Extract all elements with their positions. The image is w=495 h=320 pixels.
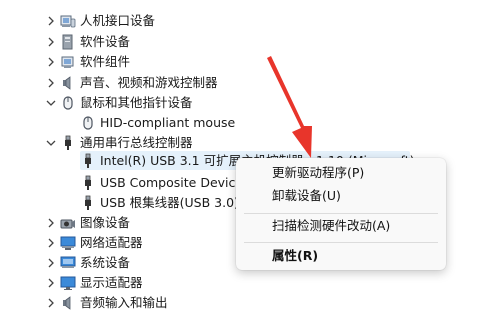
menu-item-scan-hardware[interactable]: 扫描检测硬件改动(A) bbox=[272, 216, 390, 236]
tree-category-hid[interactable]: 人机接口设备 bbox=[44, 11, 155, 31]
tree-item-label: USB 根集线器(USB 3.0) bbox=[100, 195, 239, 210]
chevron-down-icon[interactable] bbox=[44, 93, 58, 113]
tree-item-label: 软件组件 bbox=[80, 54, 131, 69]
audio-io-icon bbox=[60, 295, 76, 311]
tree-item-label: 鼠标和其他指针设备 bbox=[80, 95, 193, 110]
menu-separator bbox=[244, 242, 438, 243]
chevron-right-icon[interactable] bbox=[44, 293, 58, 313]
tree-device-usb-composite[interactable]: USB Composite Device bbox=[80, 173, 243, 193]
usb-icon bbox=[80, 153, 96, 169]
chevron-right-icon[interactable] bbox=[44, 32, 58, 52]
usb-icon bbox=[60, 135, 76, 151]
tree-category-software-component[interactable]: 软件组件 bbox=[44, 52, 130, 72]
tree-category-network[interactable]: 网络适配器 bbox=[44, 233, 143, 253]
usb-icon bbox=[80, 195, 96, 211]
mouse-icon bbox=[80, 115, 96, 131]
hid-icon bbox=[60, 13, 76, 29]
software-component-icon bbox=[60, 54, 76, 70]
tree-item-label: 图像设备 bbox=[80, 215, 131, 230]
chevron-right-icon[interactable] bbox=[44, 213, 58, 233]
chevron-right-icon[interactable] bbox=[44, 273, 58, 293]
chevron-right-icon[interactable] bbox=[44, 11, 58, 31]
tree-item-label: 音频输入和输出 bbox=[80, 295, 168, 310]
menu-separator bbox=[244, 213, 438, 214]
tree-device-usb-root-hub[interactable]: USB 根集线器(USB 3.0) bbox=[80, 193, 239, 213]
speaker-icon bbox=[60, 75, 76, 91]
tree-item-label: 网络适配器 bbox=[80, 235, 143, 250]
chevron-right-icon[interactable] bbox=[44, 52, 58, 72]
tree-category-display[interactable]: 显示适配器 bbox=[44, 273, 143, 293]
tree-category-imaging[interactable]: 图像设备 bbox=[44, 213, 130, 233]
tree-category-mouse[interactable]: 鼠标和其他指针设备 bbox=[44, 93, 193, 113]
menu-item-properties[interactable]: 属性(R) bbox=[272, 246, 318, 266]
mouse-icon bbox=[60, 95, 76, 111]
tree-category-usb-controllers[interactable]: 通用串行总线控制器 bbox=[44, 133, 193, 153]
network-icon bbox=[60, 235, 76, 251]
usb-icon bbox=[80, 175, 96, 191]
tree-device-hid-mouse[interactable]: HID-compliant mouse bbox=[80, 113, 235, 133]
tree-item-label: 通用串行总线控制器 bbox=[80, 135, 193, 150]
menu-item-uninstall-device[interactable]: 卸载设备(U) bbox=[272, 186, 341, 206]
system-device-icon bbox=[60, 255, 76, 271]
tree-item-label: 声音、视频和游戏控制器 bbox=[80, 75, 218, 90]
tree-category-software-device[interactable]: 软件设备 bbox=[44, 32, 130, 52]
display-icon bbox=[60, 275, 76, 291]
tree-item-label: 显示适配器 bbox=[80, 275, 143, 290]
software-device-icon bbox=[60, 34, 76, 50]
tree-category-sound-video-game[interactable]: 声音、视频和游戏控制器 bbox=[44, 73, 218, 93]
chevron-down-icon[interactable] bbox=[44, 133, 58, 153]
tree-item-label: HID-compliant mouse bbox=[100, 115, 236, 130]
tree-item-label: USB Composite Device bbox=[100, 175, 244, 190]
chevron-right-icon[interactable] bbox=[44, 253, 58, 273]
context-menu: 更新驱动程序(P) 卸载设备(U) 扫描检测硬件改动(A) 属性(R) bbox=[236, 158, 446, 270]
tree-item-label: 系统设备 bbox=[80, 255, 131, 270]
chevron-right-icon[interactable] bbox=[44, 233, 58, 253]
tree-category-audio-io[interactable]: 音频输入和输出 bbox=[44, 293, 168, 313]
menu-item-update-driver[interactable]: 更新驱动程序(P) bbox=[272, 163, 364, 183]
tree-item-label: 人机接口设备 bbox=[80, 13, 156, 28]
camera-icon bbox=[60, 215, 76, 231]
tree-item-label: 软件设备 bbox=[80, 34, 131, 49]
chevron-right-icon[interactable] bbox=[44, 73, 58, 93]
tree-category-system[interactable]: 系统设备 bbox=[44, 253, 130, 273]
